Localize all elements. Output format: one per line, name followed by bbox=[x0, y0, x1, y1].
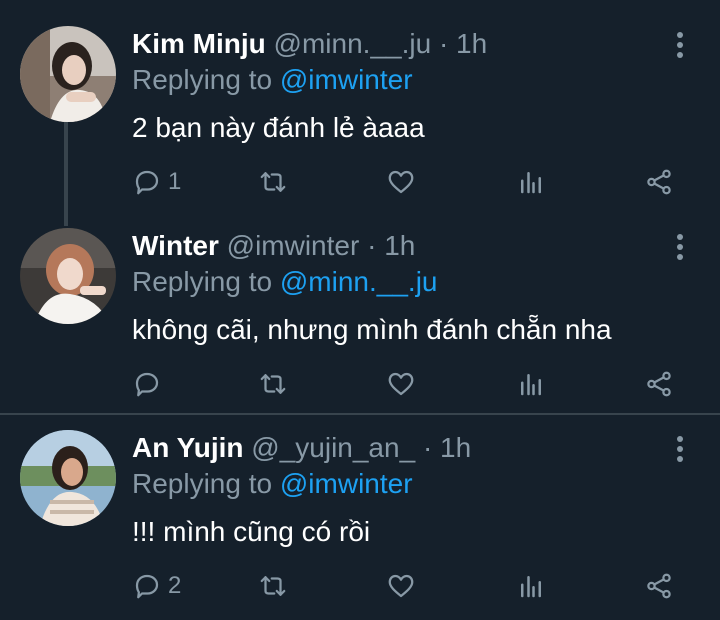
tweet-card[interactable]: An Yujin @_yujin_an_ · 1h Replying to @i… bbox=[0, 404, 720, 620]
retweet-button[interactable] bbox=[258, 568, 294, 604]
analytics-icon bbox=[521, 374, 541, 396]
username[interactable]: @imwinter bbox=[227, 230, 360, 261]
replying-to: Replying to @imwinter bbox=[132, 466, 413, 502]
share-button[interactable] bbox=[644, 366, 674, 402]
timestamp[interactable]: 1h bbox=[440, 432, 471, 463]
reply-icon bbox=[135, 372, 159, 397]
reply-button[interactable]: 2 bbox=[132, 568, 181, 604]
meta-separator: · bbox=[367, 230, 377, 261]
reply-count: 1 bbox=[168, 168, 182, 195]
share-button[interactable] bbox=[644, 164, 674, 200]
heart-icon bbox=[388, 170, 414, 194]
tweet-actions: 2 bbox=[132, 568, 688, 604]
like-button[interactable] bbox=[386, 568, 422, 604]
analytics-button[interactable] bbox=[516, 164, 546, 200]
replying-to-label: Replying to bbox=[132, 468, 273, 499]
tweet-card[interactable]: Winter @imwinter · 1h Replying to @minn.… bbox=[0, 202, 720, 412]
replying-to-mention[interactable]: @imwinter bbox=[280, 64, 413, 95]
meta-separator: · bbox=[422, 432, 433, 463]
analytics-button[interactable] bbox=[516, 366, 546, 402]
share-icon bbox=[647, 169, 671, 195]
retweet-button[interactable] bbox=[258, 366, 294, 402]
more-options-icon[interactable] bbox=[672, 30, 688, 60]
heart-icon bbox=[388, 372, 414, 396]
tweet-header: Kim Minju @minn.__.ju · 1h bbox=[132, 26, 487, 62]
replying-to-mention[interactable]: @minn.__.ju bbox=[280, 266, 438, 297]
retweet-icon bbox=[260, 374, 286, 394]
reply-button[interactable] bbox=[132, 366, 168, 402]
meta-separator: · bbox=[438, 28, 449, 59]
display-name[interactable]: Kim Minju bbox=[132, 28, 266, 59]
share-icon bbox=[647, 573, 671, 599]
display-name[interactable]: Winter bbox=[132, 230, 219, 261]
retweet-icon bbox=[260, 576, 286, 596]
reply-count: 2 bbox=[168, 572, 182, 599]
share-icon bbox=[647, 371, 671, 397]
username[interactable]: @minn.__.ju bbox=[274, 28, 432, 59]
timestamp[interactable]: 1h bbox=[384, 230, 415, 261]
like-button[interactable] bbox=[386, 366, 422, 402]
tweet-actions: 1 bbox=[132, 164, 688, 200]
heart-icon bbox=[388, 574, 414, 598]
replying-to-label: Replying to bbox=[132, 266, 273, 297]
avatar[interactable] bbox=[20, 26, 116, 122]
analytics-button[interactable] bbox=[516, 568, 546, 604]
replying-to-mention[interactable]: @imwinter bbox=[280, 468, 413, 499]
tweet-card[interactable]: Kim Minju @minn.__.ju · 1h Replying to @… bbox=[0, 0, 720, 210]
analytics-icon bbox=[521, 172, 541, 194]
tweet-text: !!! mình cũng có rồi bbox=[132, 516, 371, 547]
tweet-actions bbox=[132, 366, 688, 402]
username[interactable]: @_yujin_an_ bbox=[251, 432, 415, 463]
analytics-icon bbox=[521, 576, 541, 598]
avatar[interactable] bbox=[20, 430, 116, 526]
retweet-button[interactable] bbox=[258, 164, 294, 200]
thread-connector-line bbox=[64, 120, 68, 210]
reply-icon bbox=[135, 574, 159, 599]
replying-to: Replying to @minn.__.ju bbox=[132, 264, 437, 300]
tweet-header: An Yujin @_yujin_an_ · 1h bbox=[132, 430, 471, 466]
replying-to-label: Replying to bbox=[132, 64, 273, 95]
thread-connector-line bbox=[64, 202, 68, 226]
tweet-text: 2 bạn này đánh lẻ àaaa bbox=[132, 112, 425, 143]
display-name[interactable]: An Yujin bbox=[132, 432, 244, 463]
more-options-icon[interactable] bbox=[672, 232, 688, 262]
tweet-text: không cãi, nhưng mình đánh chẵn nha bbox=[132, 314, 612, 345]
retweet-icon bbox=[260, 172, 286, 192]
replying-to: Replying to @imwinter bbox=[132, 62, 413, 98]
reply-icon bbox=[135, 170, 159, 195]
timestamp[interactable]: 1h bbox=[456, 28, 487, 59]
reply-button[interactable]: 1 bbox=[132, 164, 181, 200]
share-button[interactable] bbox=[644, 568, 674, 604]
more-options-icon[interactable] bbox=[672, 434, 688, 464]
avatar[interactable] bbox=[20, 228, 116, 324]
like-button[interactable] bbox=[386, 164, 422, 200]
tweet-header: Winter @imwinter · 1h bbox=[132, 228, 415, 264]
